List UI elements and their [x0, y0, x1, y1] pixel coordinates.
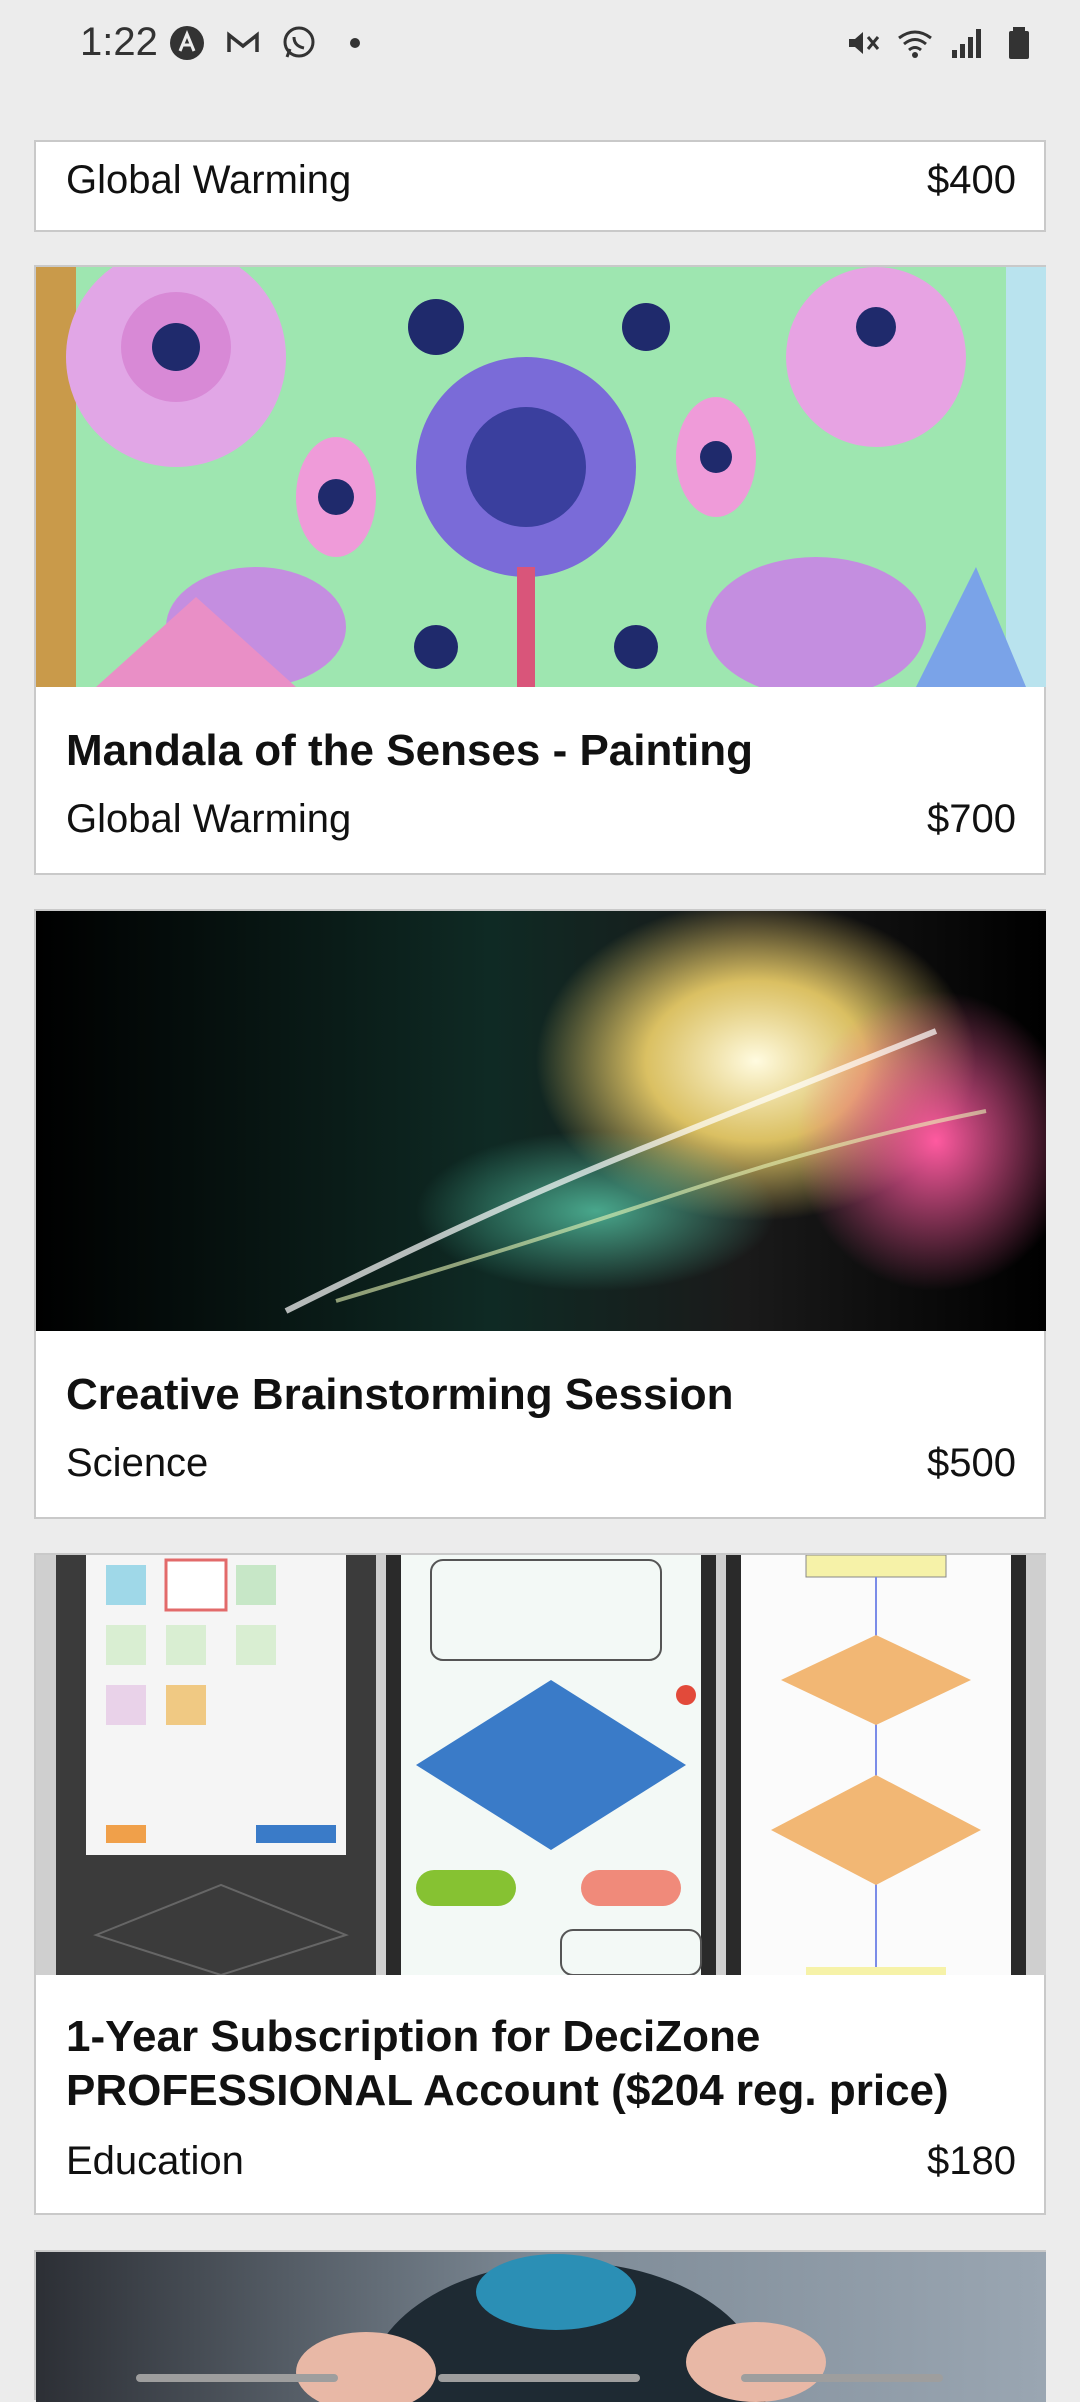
listing-feed[interactable]: Global Warming $400 Mandala of the Sense… — [0, 0, 1080, 2402]
listing-title[interactable]: Creative Brainstorming Session — [66, 1368, 734, 1422]
listing-image-smoke[interactable] — [36, 911, 1046, 1331]
listing-category: Global Warming — [66, 797, 352, 841]
listing-category: Science — [66, 1441, 209, 1485]
listing-title[interactable]: 1-Year Subscription for DeciZone PROFESS… — [66, 2010, 949, 2118]
listing-card[interactable]: Global Warming $400 — [34, 140, 1046, 232]
listing-image-app-screens[interactable] — [36, 1555, 1046, 1975]
nav-bar-handle-right[interactable] — [741, 2374, 943, 2382]
listing-price: $180 — [927, 2139, 1016, 2183]
nav-bar-handle-center[interactable] — [438, 2374, 640, 2382]
listing-card[interactable]: Creative Brainstorming Session Science $… — [34, 909, 1046, 1519]
nav-bar-handle-left[interactable] — [136, 2374, 338, 2382]
listing-card[interactable]: Mandala of the Senses - Painting Global … — [34, 265, 1046, 875]
listing-image-mandala[interactable] — [36, 267, 1046, 687]
listing-title-line1: 1-Year Subscription for DeciZone — [66, 2012, 761, 2061]
listing-price: $400 — [927, 158, 1016, 202]
listing-category: Global Warming — [66, 158, 352, 202]
listing-price: $500 — [927, 1441, 1016, 1485]
listing-title-line2: PROFESSIONAL Account ($204 reg. price) — [66, 2066, 949, 2115]
listing-card[interactable]: 1-Year Subscription for DeciZone PROFESS… — [34, 1553, 1046, 2215]
listing-title[interactable]: Mandala of the Senses - Painting — [66, 724, 753, 778]
listing-category: Education — [66, 2139, 244, 2183]
listing-price: $700 — [927, 797, 1016, 841]
